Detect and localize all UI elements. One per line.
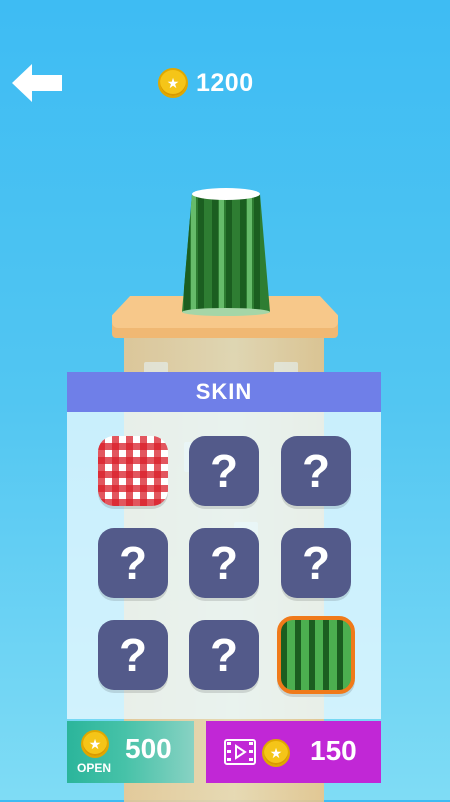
coin-counter: ★ 1200 (158, 66, 254, 100)
skin-slot-locked[interactable]: ? (281, 528, 351, 598)
back-button[interactable] (12, 64, 62, 102)
arrow-left-icon (12, 64, 62, 102)
open-price: 500 (125, 733, 172, 764)
skin-slot-locked[interactable]: ? (98, 620, 168, 690)
skin-slot-locked[interactable]: ? (189, 528, 259, 598)
open-label: OPEN (77, 761, 112, 775)
skin-panel: SKIN ? ? ? ? ? ? ? (67, 372, 381, 719)
skin-slot-locked[interactable]: ? (189, 436, 259, 506)
star-coin-icon: ★ (262, 739, 290, 767)
video-film-icon (224, 739, 256, 765)
star-coin-icon: ★ (81, 730, 109, 758)
open-skin-button[interactable]: ★ OPEN 500 (67, 721, 194, 783)
watch-video-button[interactable]: ★ 150 (206, 721, 381, 783)
skin-slot-locked[interactable]: ? (189, 620, 259, 690)
skin-slot-red-checker[interactable] (98, 436, 168, 506)
watermelon-cup (182, 188, 270, 316)
skin-slot-locked[interactable]: ? (98, 528, 168, 598)
video-reward-price: 150 (310, 735, 357, 766)
star-coin-icon: ★ (158, 68, 188, 98)
skin-grid: ? ? ? ? ? ? ? (67, 412, 381, 719)
coin-count: 1200 (196, 68, 254, 97)
skin-slot-locked[interactable]: ? (281, 436, 351, 506)
panel-title: SKIN (67, 372, 381, 412)
skin-slot-watermelon-selected[interactable] (277, 616, 355, 694)
